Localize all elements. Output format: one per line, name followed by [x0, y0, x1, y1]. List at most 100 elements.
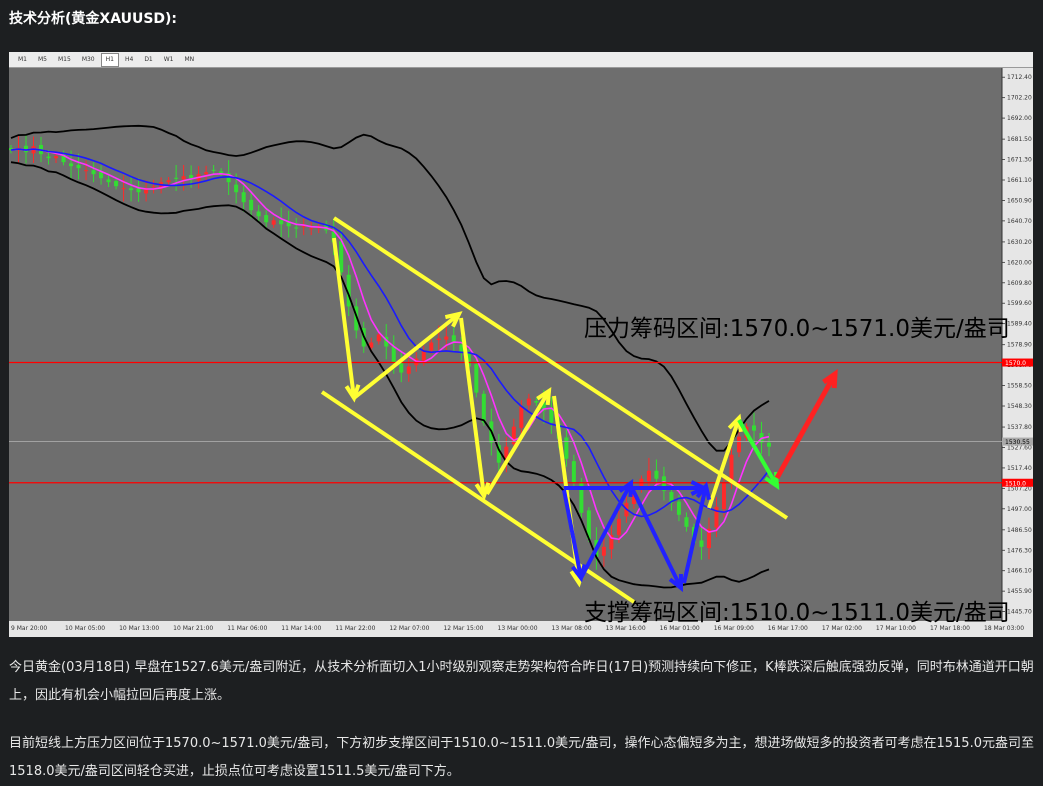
timeframe-m1-button[interactable]: M1 — [13, 53, 32, 67]
candle-body — [241, 192, 246, 203]
candle-body — [699, 540, 704, 547]
candle-body — [24, 145, 29, 153]
candle-body — [54, 156, 59, 159]
candle-body — [76, 164, 81, 169]
page-title: 技术分析(黄金XAUUSD): — [9, 11, 178, 27]
y-tick-label: 1681.50 — [1007, 136, 1032, 143]
candle-body — [767, 442, 771, 447]
candle-body — [294, 227, 299, 229]
y-tick-label: 1578.90 — [1007, 342, 1032, 349]
x-tick-label: 13 Mar 00:00 — [498, 625, 538, 632]
support-price-label: 1510.0 — [1005, 480, 1026, 487]
y-tick-label: 1712.40 — [1007, 74, 1032, 81]
x-tick-label: 10 Mar 05:00 — [65, 625, 105, 632]
x-tick-label: 11 Mar 06:00 — [227, 625, 267, 632]
analysis-paragraph-1: 今日黄金(03月18日) 早盘在1527.6美元/盎司附近，从技术分析面切入1小… — [9, 660, 1034, 703]
candle-body — [84, 170, 89, 172]
x-tick-label: 11 Mar 22:00 — [335, 625, 375, 632]
candle-body — [601, 546, 606, 556]
plot-background — [9, 68, 1002, 621]
y-tick-label: 1589.40 — [1007, 321, 1032, 328]
x-tick-label: 16 Mar 17:00 — [768, 625, 808, 632]
candle-body — [526, 398, 531, 406]
candle-body — [301, 226, 306, 228]
x-tick-label: 18 Mar 03:00 — [984, 625, 1024, 632]
candle-body — [121, 188, 126, 190]
y-tick-label: 1517.40 — [1007, 465, 1032, 472]
y-tick-label: 1445.70 — [1007, 609, 1032, 616]
x-tick-label: 17 Mar 10:00 — [876, 625, 916, 632]
timeframe-h4-button[interactable]: H4 — [120, 53, 138, 67]
candle-body — [129, 188, 134, 191]
y-tick-label: 1476.30 — [1007, 547, 1032, 554]
x-tick-label: 13 Mar 16:00 — [606, 625, 646, 632]
candle-body — [69, 163, 74, 167]
y-tick-label: 1486.50 — [1007, 527, 1032, 534]
candle-body — [391, 346, 396, 363]
y-tick-label: 1661.10 — [1007, 177, 1032, 184]
candle-body — [264, 215, 269, 223]
timeframe-mn-button[interactable]: MN — [180, 53, 200, 67]
candle-body — [534, 401, 539, 403]
candle-body — [114, 181, 119, 187]
x-tick-label: 17 Mar 02:00 — [822, 625, 862, 632]
y-tick-label: 1692.00 — [1007, 115, 1032, 122]
y-tick-label: 1455.90 — [1007, 588, 1032, 595]
candle-body — [166, 180, 171, 183]
candle-body — [436, 338, 441, 341]
candle-body — [616, 518, 621, 535]
y-tick-label: 1537.80 — [1007, 424, 1032, 431]
candle-body — [174, 177, 179, 179]
x-tick-label: 12 Mar 07:00 — [389, 625, 429, 632]
current-price-label: 1530.55 — [1005, 439, 1030, 446]
candle-body — [151, 186, 156, 188]
analysis-paragraph-2: 目前短线上方压力区间位于1570.0~1571.0美元/盎司，下方初步支撑区间于… — [9, 736, 1034, 779]
x-tick-label: 16 Mar 09:00 — [714, 625, 754, 632]
candle-body — [279, 220, 284, 225]
y-tick-label: 1548.30 — [1007, 403, 1032, 410]
y-tick-label: 1558.50 — [1007, 383, 1032, 390]
candle-body — [271, 220, 276, 225]
timeframe-m30-button[interactable]: M30 — [77, 53, 100, 67]
candle-body — [481, 393, 486, 423]
candle-body — [646, 470, 651, 482]
candle-body — [309, 228, 314, 230]
candle-body — [256, 211, 261, 217]
y-tick-label: 1650.90 — [1007, 197, 1032, 204]
candle-body — [736, 436, 741, 453]
x-tick-label: 13 Mar 08:00 — [552, 625, 592, 632]
candle-body — [376, 334, 381, 342]
timeframe-h1-button[interactable]: H1 — [100, 52, 119, 67]
y-tick-label: 1702.20 — [1007, 95, 1032, 102]
candle-body — [181, 176, 186, 180]
candle-body — [339, 241, 344, 273]
y-tick-label: 1497.00 — [1007, 506, 1032, 513]
timeframe-m15-button[interactable]: M15 — [53, 53, 76, 67]
candle-body — [204, 172, 209, 175]
x-tick-label: 12 Mar 15:00 — [443, 625, 483, 632]
timeframe-w1-button[interactable]: W1 — [159, 53, 179, 67]
candle-body — [519, 406, 524, 428]
resistance-zone-text: 压力筹码区间:1570.0~1571.0美元/盎司 — [584, 316, 1010, 342]
timeframe-d1-button[interactable]: D1 — [139, 53, 157, 67]
candle-body — [234, 184, 239, 193]
x-tick-label: 10 Mar 21:00 — [173, 625, 213, 632]
timeframe-m5-button[interactable]: M5 — [33, 53, 52, 67]
candle-body — [474, 364, 479, 393]
price-chart: M1 M5 M15 M30 H1 H4 D1 W1 MN 1712.40 1702.20 1692.… — [9, 52, 1033, 637]
candle-body — [684, 517, 689, 527]
y-tick-label: 1466.10 — [1007, 568, 1032, 575]
candle-body — [751, 425, 756, 431]
support-zone-text: 支撑筹码区间:1510.0~1511.0美元/盎司 — [584, 600, 1010, 626]
x-tick-label: 16 Mar 01:00 — [660, 625, 700, 632]
candle-body — [654, 470, 659, 479]
candle-body — [211, 169, 216, 171]
candle-body — [406, 366, 411, 374]
candle-body — [189, 174, 194, 179]
y-tick-label: 1640.70 — [1007, 218, 1032, 225]
candle-body — [91, 170, 96, 175]
candle-body — [571, 461, 576, 483]
y-tick-label: 1671.30 — [1007, 157, 1032, 164]
y-tick-label: 1630.20 — [1007, 239, 1032, 246]
candle-body — [106, 179, 111, 183]
